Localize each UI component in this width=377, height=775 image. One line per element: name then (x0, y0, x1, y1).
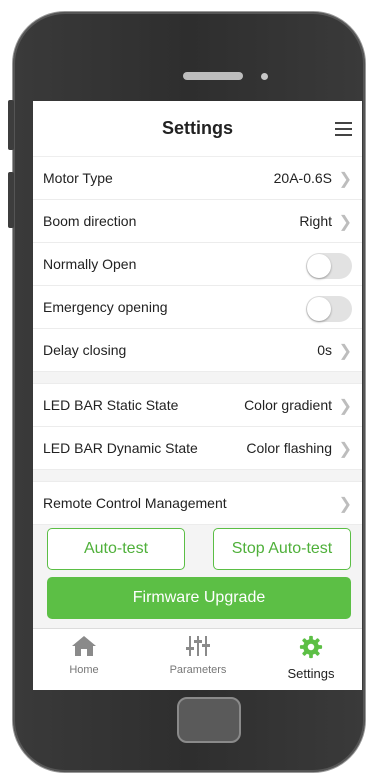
volume-up-side-button (8, 100, 14, 150)
chevron-right-icon: ❯ (338, 214, 352, 231)
home-hardware-button[interactable] (177, 697, 241, 743)
chevron-right-icon: ❯ (338, 171, 352, 188)
stop-auto-test-button[interactable]: Stop Auto-test (213, 528, 351, 570)
row-label: Boom direction (43, 213, 137, 229)
header-bar: Settings (33, 101, 362, 157)
row-value: 0s (317, 342, 332, 358)
auto-test-button[interactable]: Auto-test (47, 528, 185, 570)
tab-label: Home (69, 664, 99, 676)
settings-row-motor-type[interactable]: Motor Type 20A-0.6S ❯ (33, 157, 362, 200)
normally-open-toggle[interactable] (306, 253, 352, 279)
tab-label: Parameters (169, 664, 227, 676)
tab-home[interactable]: Home (39, 635, 129, 676)
settings-row-led-dynamic[interactable]: LED BAR Dynamic State Color flashing ❯ (33, 427, 362, 470)
front-camera (261, 73, 268, 80)
row-label: LED BAR Dynamic State (43, 440, 198, 456)
speaker-grille (183, 72, 243, 80)
section-divider (33, 372, 362, 384)
chevron-right-icon: ❯ (338, 398, 352, 415)
row-value: 20A-0.6S (273, 170, 332, 186)
app-screen: Settings Motor Type 20A-0.6S ❯ Boom dire… (33, 101, 362, 690)
chevron-right-icon: ❯ (338, 496, 352, 513)
test-buttons-row: Auto-test Stop Auto-test (33, 525, 362, 577)
row-label: Remote Control Management (43, 495, 227, 511)
chevron-right-icon: ❯ (338, 441, 352, 458)
settings-row-led-static[interactable]: LED BAR Static State Color gradient ❯ (33, 384, 362, 427)
settings-row-remote-control[interactable]: Remote Control Management ❯ (33, 482, 362, 525)
tab-label: Settings (287, 666, 335, 681)
volume-down-side-button (8, 172, 14, 228)
row-label: Motor Type (43, 170, 113, 186)
tab-settings[interactable]: Settings (266, 635, 356, 681)
menu-icon[interactable] (335, 122, 352, 136)
page-title: Settings (161, 118, 233, 138)
settings-row-emergency-opening: Emergency opening (33, 286, 362, 329)
settings-row-delay-closing[interactable]: Delay closing 0s ❯ (33, 329, 362, 372)
row-value: Color gradient (244, 397, 332, 413)
bottom-tab-bar: Home Parameters Settings (33, 628, 362, 690)
row-label: Normally Open (43, 256, 137, 272)
chevron-right-icon: ❯ (338, 343, 352, 360)
section-divider (33, 470, 362, 482)
settings-row-normally-open: Normally Open (33, 243, 362, 286)
gear-icon (299, 635, 323, 659)
row-label: Emergency opening (43, 299, 168, 315)
row-label: Delay closing (43, 342, 127, 358)
toggle-knob (307, 254, 331, 278)
settings-row-boom-direction[interactable]: Boom direction Right ❯ (33, 200, 362, 243)
home-icon (72, 636, 96, 656)
row-value: Color flashing (246, 440, 332, 456)
firmware-upgrade-button[interactable]: Firmware Upgrade (47, 577, 351, 619)
sliders-icon (186, 636, 210, 656)
emergency-opening-toggle[interactable] (306, 296, 352, 322)
toggle-knob (307, 297, 331, 321)
row-value: Right (299, 213, 332, 229)
tab-parameters[interactable]: Parameters (153, 635, 243, 676)
row-label: LED BAR Static State (43, 397, 179, 413)
